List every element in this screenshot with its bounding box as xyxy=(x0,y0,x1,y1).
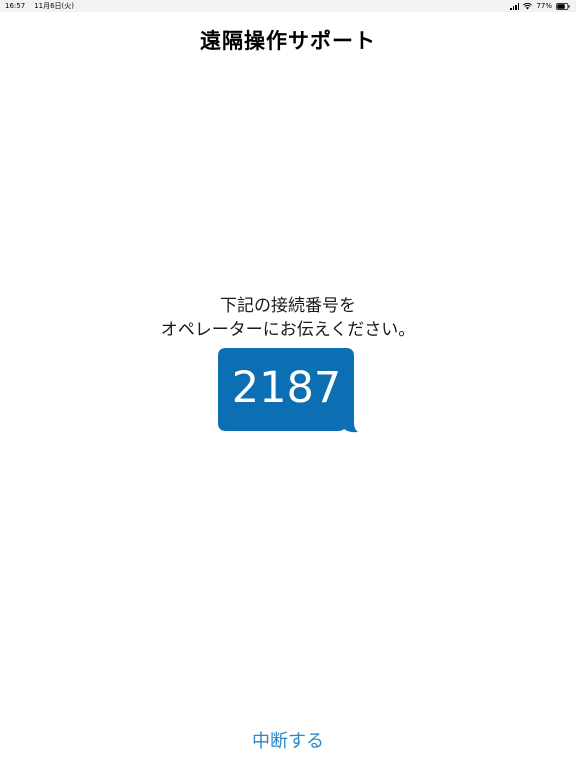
connection-code: 2187 xyxy=(231,363,342,413)
battery-percent: 77% xyxy=(536,2,552,10)
status-left: 16:57 11月6日(火) xyxy=(5,0,74,12)
status-right: 77% xyxy=(510,0,570,12)
page-title: 遠隔操作サポート xyxy=(200,29,376,53)
cancel-button[interactable]: 中断する xyxy=(238,728,338,756)
connection-code-bubble: 2187 xyxy=(218,348,358,433)
status-time: 16:57 xyxy=(5,2,26,10)
status-bar: 16:57 11月6日(火) 77% xyxy=(0,0,576,12)
battery-icon xyxy=(556,2,570,10)
wifi-icon xyxy=(523,2,533,10)
signal-icon xyxy=(510,3,520,10)
instruction-line-2: オペレーターにお伝えください。 xyxy=(160,320,416,340)
screen: 16:57 11月6日(火) 77% 遠隔操作サポート 下記の接続番号を オペレ… xyxy=(0,0,576,768)
instruction-line-1: 下記の接続番号を xyxy=(220,296,356,316)
instruction-text: 下記の接続番号を オペレーターにお伝えください。 xyxy=(0,294,576,342)
status-date: 11月6日(火) xyxy=(34,2,75,10)
